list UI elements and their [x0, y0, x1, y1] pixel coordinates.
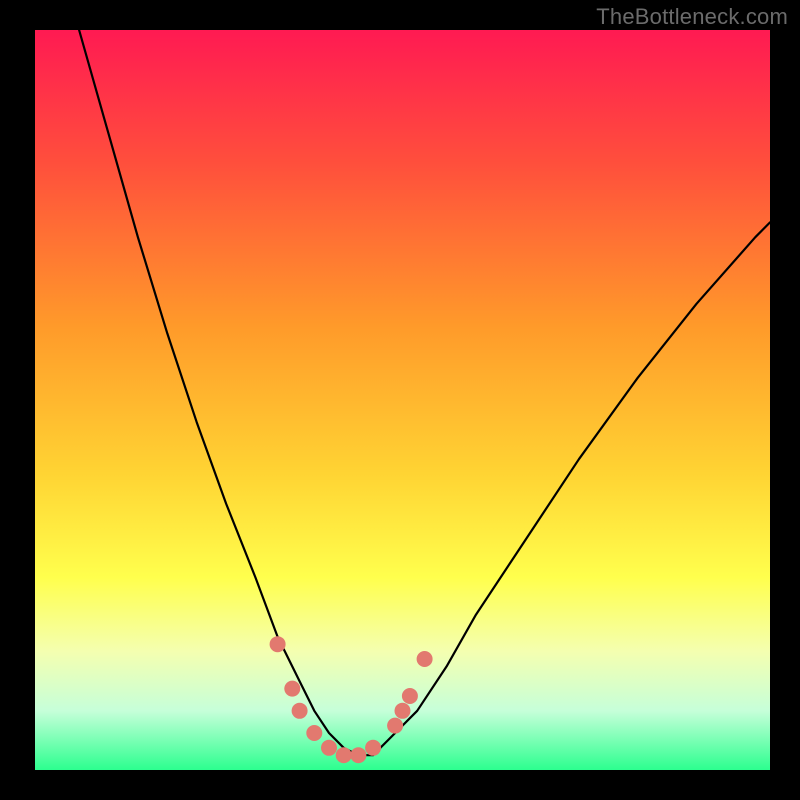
highlight-point — [292, 703, 308, 719]
highlight-point — [336, 747, 352, 763]
watermark-text: TheBottleneck.com — [596, 4, 788, 30]
highlight-point — [365, 740, 381, 756]
highlight-point — [321, 740, 337, 756]
plot-background — [35, 30, 770, 770]
highlight-point — [402, 688, 418, 704]
highlight-point — [417, 651, 433, 667]
highlight-point — [284, 681, 300, 697]
chart-stage: TheBottleneck.com — [0, 0, 800, 800]
highlight-point — [270, 636, 286, 652]
highlight-point — [387, 718, 403, 734]
highlight-point — [395, 703, 411, 719]
highlight-point — [306, 725, 322, 741]
bottleneck-chart — [0, 0, 800, 800]
highlight-point — [350, 747, 366, 763]
